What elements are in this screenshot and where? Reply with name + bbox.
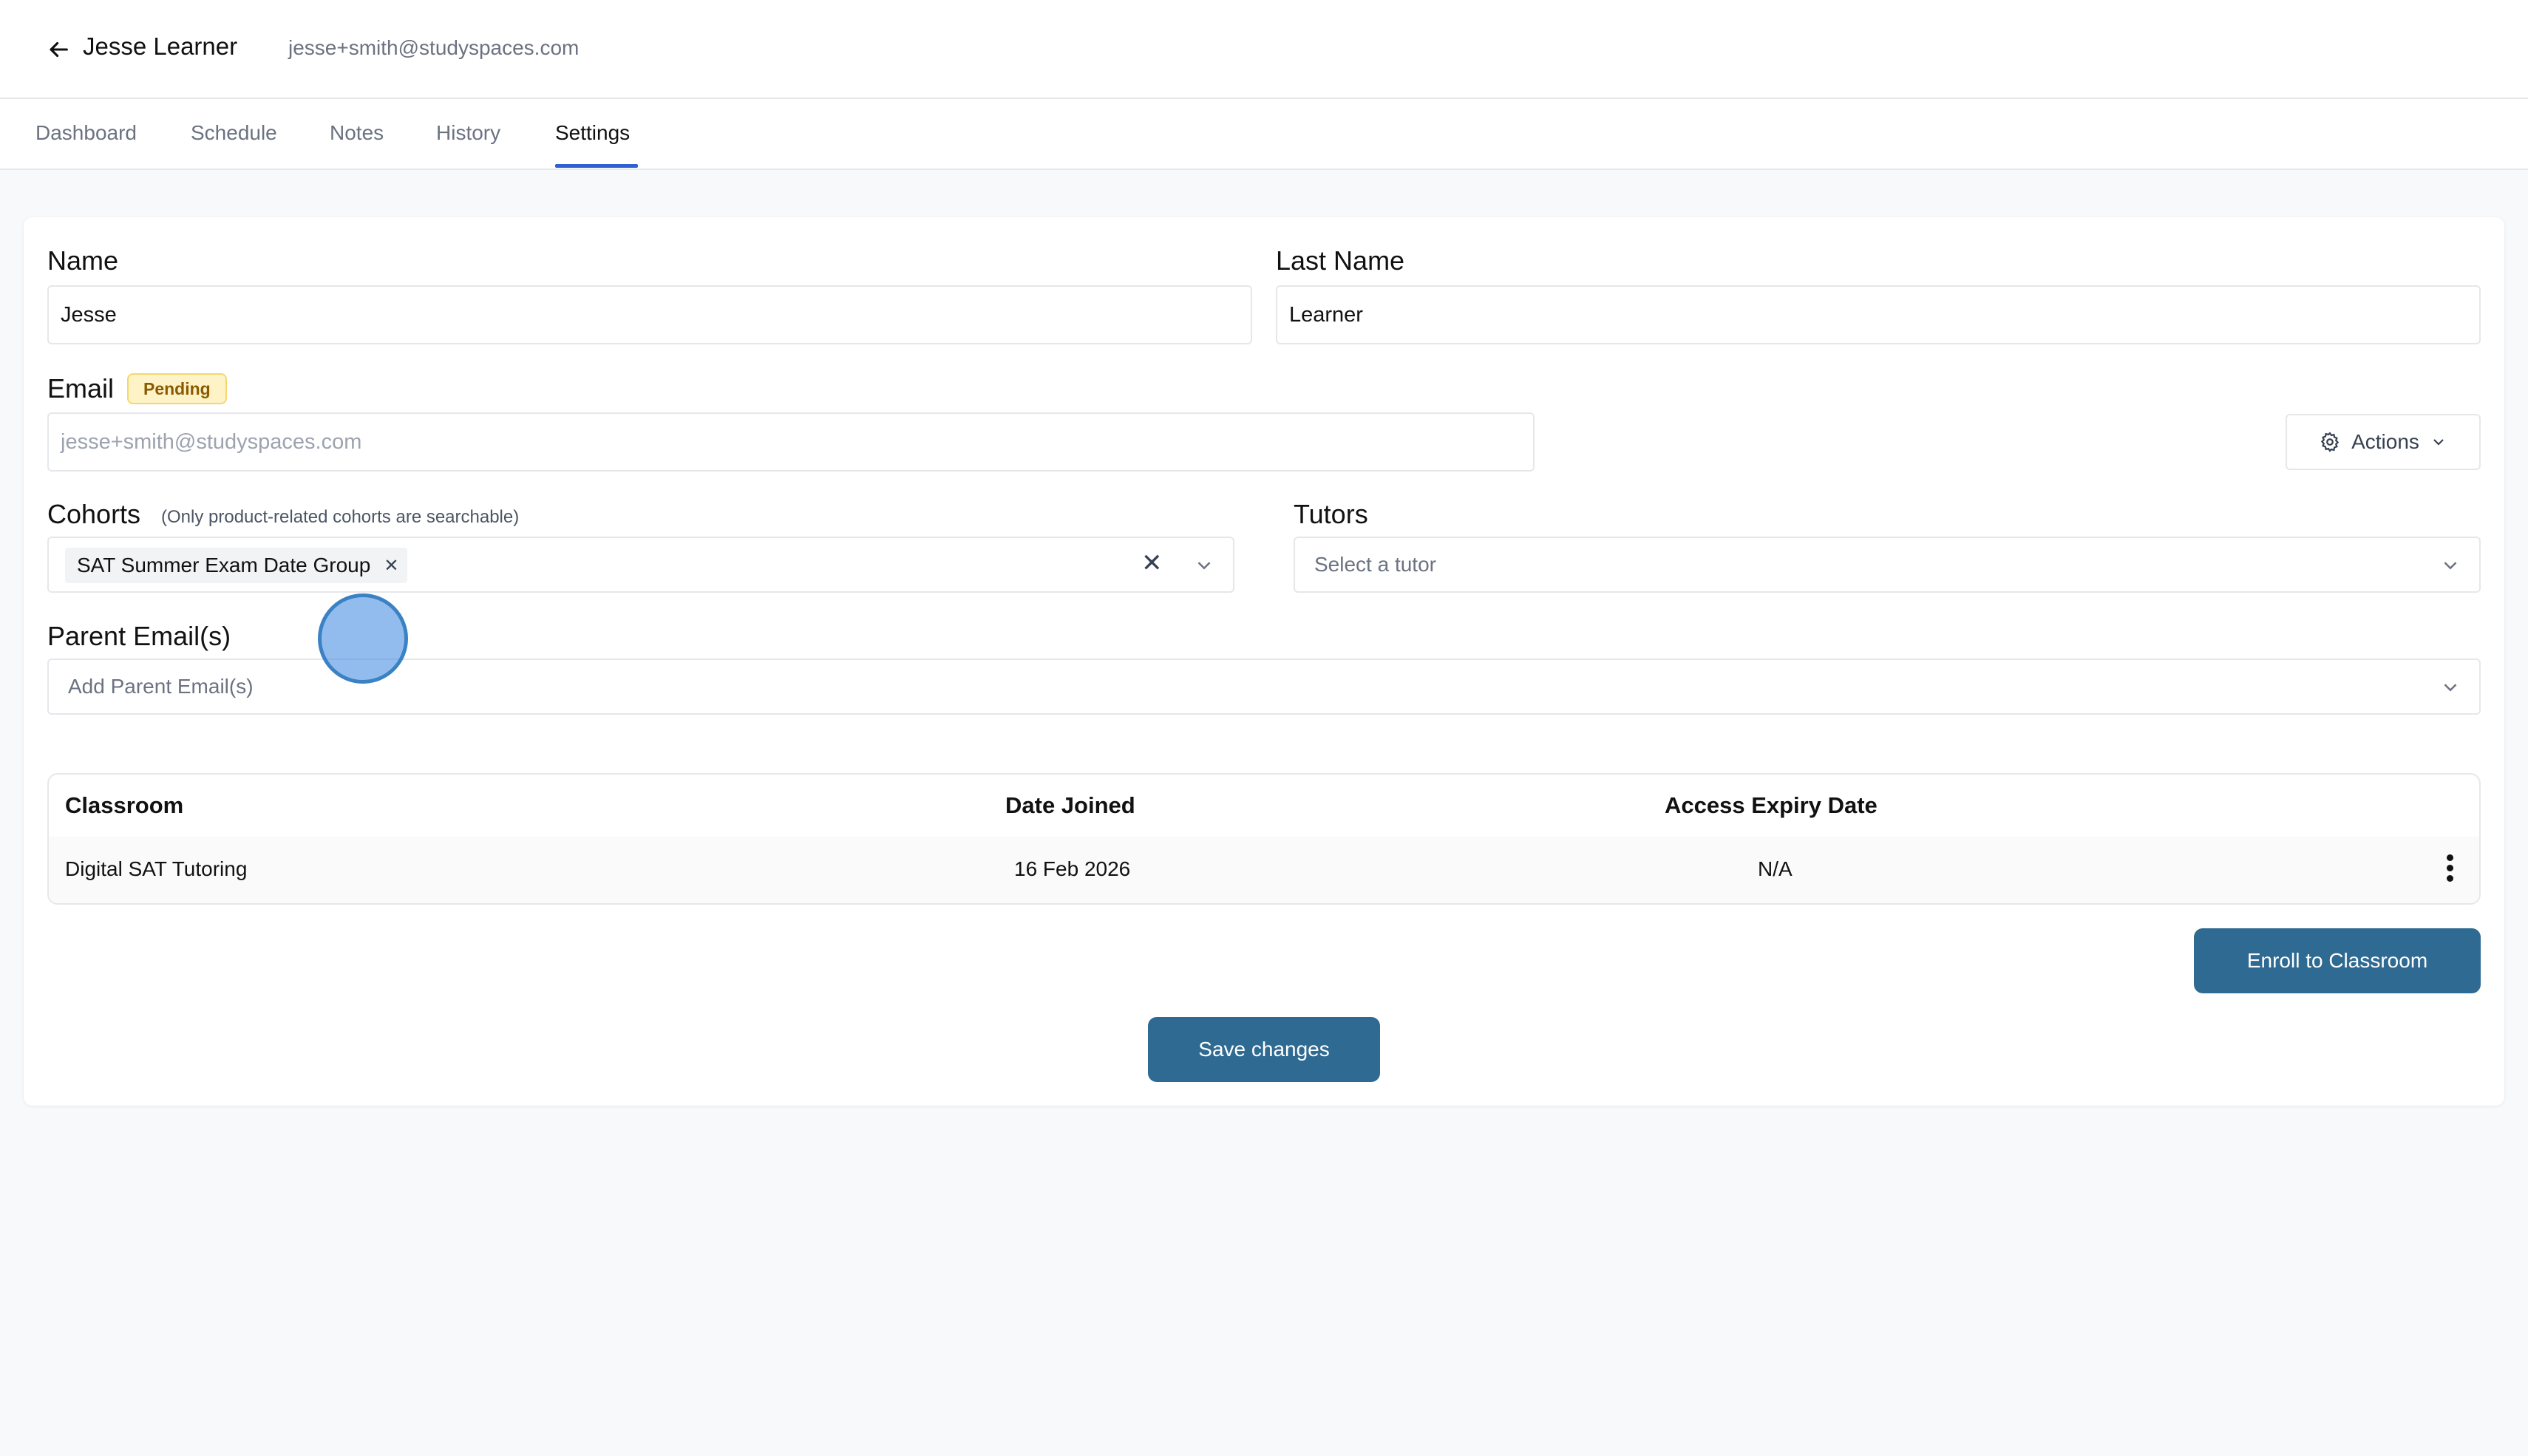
cell-classroom: Digital SAT Tutoring [65,857,248,880]
tutors-placeholder: Select a tutor [1314,553,1436,576]
chip-remove-icon[interactable]: ✕ [384,555,398,576]
column-header-access-expiry: Access Expiry Date [1665,792,1878,818]
chevron-down-icon[interactable] [2439,676,2461,698]
classroom-table: Classroom Date Joined Access Expiry Date… [47,773,2481,905]
first-name-field[interactable]: Jesse [47,285,1252,344]
parent-email-select[interactable]: Add Parent Email(s) [47,659,2481,715]
tab-notes[interactable]: Notes [330,121,384,145]
tutors-select[interactable]: Select a tutor [1294,537,2481,593]
enroll-button[interactable]: Enroll to Classroom [2194,928,2481,993]
active-tab-indicator [555,164,638,168]
cursor-indicator [318,593,408,684]
chevron-down-icon[interactable] [1193,554,1215,576]
save-button[interactable]: Save changes [1148,1017,1380,1082]
email-value: jesse+smith@studyspaces.com [61,429,362,454]
cohorts-select[interactable]: SAT Summer Exam Date Group ✕ ✕ [47,537,1234,593]
tab-dashboard[interactable]: Dashboard [35,121,137,145]
last-name-label: Last Name [1276,245,1405,276]
clear-icon[interactable]: ✕ [1141,548,1163,578]
cohorts-hint: (Only product-related cohorts are search… [161,507,520,527]
name-label: Name [47,245,119,276]
last-name-value: Learner [1289,302,1363,327]
column-header-date-joined: Date Joined [1005,792,1135,818]
actions-button[interactable]: Actions [2286,414,2481,470]
tab-history[interactable]: History [436,121,500,145]
cell-date-joined: 16 Feb 2026 [1014,857,1131,880]
tab-bar: Dashboard Schedule Notes History Setting… [0,99,2528,170]
actions-label: Actions [2351,430,2419,453]
top-bar: Jesse Learner jesse+smith@studyspaces.co… [0,0,2528,99]
page-title: Jesse Learner [83,33,238,60]
email-field: jesse+smith@studyspaces.com [47,412,1535,472]
gear-icon [2320,432,2340,452]
cohorts-label: Cohorts [47,499,141,529]
parent-email-placeholder: Add Parent Email(s) [68,675,254,698]
tab-schedule[interactable]: Schedule [191,121,277,145]
table-row: Digital SAT Tutoring 16 Feb 2026 N/A [49,837,2479,903]
tab-settings[interactable]: Settings [555,121,630,145]
tutors-label: Tutors [1294,499,1368,529]
status-badge: Pending [127,373,227,404]
cell-expiry: N/A [1758,857,1793,880]
table-header: Classroom Date Joined Access Expiry Date [49,775,2479,838]
arrow-left-icon[interactable] [46,37,71,62]
last-name-field[interactable]: Learner [1276,285,2481,344]
parent-email-label: Parent Email(s) [47,621,231,651]
header-email: jesse+smith@studyspaces.com [288,36,580,59]
cohort-chip: SAT Summer Exam Date Group ✕ [65,548,408,583]
cohort-chip-label: SAT Summer Exam Date Group [77,554,371,576]
column-header-classroom: Classroom [65,792,184,818]
chevron-down-icon[interactable] [2439,554,2461,576]
row-menu-icon[interactable] [2442,851,2457,888]
chevron-down-icon [2433,439,2444,446]
first-name-value: Jesse [61,302,117,327]
email-label: Email [47,373,115,404]
